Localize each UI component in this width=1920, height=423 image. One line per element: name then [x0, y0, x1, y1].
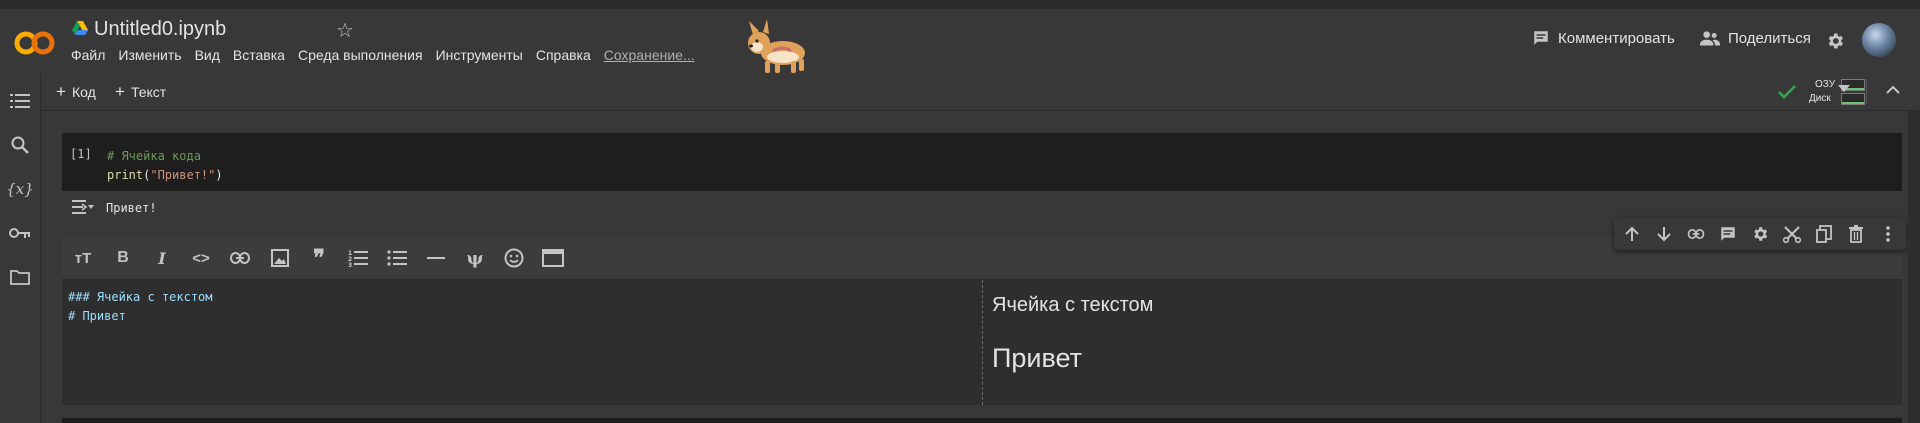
code-function: print	[107, 168, 144, 182]
resources-indicator[interactable]: ОЗУ Диск	[1777, 77, 1887, 107]
ram-label: ОЗУ	[1815, 79, 1836, 90]
next-cell-edge	[62, 418, 1902, 423]
corgi-mascot-icon	[735, 17, 813, 79]
menu-file[interactable]: Файл	[71, 47, 105, 63]
folder-icon[interactable]	[9, 266, 31, 288]
search-icon[interactable]	[9, 134, 31, 156]
browser-top-strip	[0, 0, 1920, 9]
italic-icon[interactable]: I	[151, 247, 173, 269]
add-text-button[interactable]: + Текст	[115, 82, 166, 102]
menu-runtime[interactable]: Среда выполнения	[298, 47, 423, 63]
text-size-icon[interactable]: тT	[72, 247, 94, 269]
comment-label: Комментировать	[1558, 29, 1675, 47]
move-up-icon[interactable]	[1622, 224, 1642, 244]
share-label: Поделиться	[1728, 29, 1811, 47]
preview-heading-3: Ячейка с текстом	[992, 294, 1154, 316]
left-sidebar: {x}	[0, 73, 41, 423]
menu-help[interactable]: Справка	[536, 47, 591, 63]
text-cell[interactable]: тT B I <> ❞ 123 ψ ### Ячейка с текстом #…	[62, 237, 1902, 405]
variables-icon[interactable]: {x}	[6, 178, 34, 200]
settings-icon[interactable]	[1750, 224, 1770, 244]
share-button[interactable]: Поделиться	[1700, 29, 1811, 47]
horizontal-rule-icon[interactable]	[425, 247, 447, 269]
psi-icon[interactable]: ψ	[464, 247, 486, 269]
output-text: Привет!	[106, 201, 157, 215]
saving-status[interactable]: Сохранение...	[604, 47, 695, 63]
markdown-source-line-2: # Привет	[68, 309, 126, 323]
add-text-label: Текст	[130, 84, 167, 100]
menu-view[interactable]: Вид	[195, 47, 220, 63]
code-paren-close: )	[215, 168, 223, 182]
code-editor[interactable]: # Ячейка кода print("Привет!")	[107, 147, 223, 185]
mirror-icon[interactable]	[1814, 224, 1834, 244]
code-comment: # Ячейка кода	[107, 149, 201, 163]
delete-icon[interactable]	[1846, 224, 1866, 244]
markdown-source-line-1: ### Ячейка с текстом	[68, 290, 213, 304]
menu-insert[interactable]: Вставка	[233, 47, 285, 63]
connected-check-icon	[1778, 85, 1796, 99]
menu-edit[interactable]: Изменить	[118, 47, 181, 63]
resources-dropdown-icon[interactable]	[1838, 85, 1850, 93]
preview-heading-1: Привет	[992, 343, 1083, 373]
numbered-list-icon[interactable]: 123	[347, 247, 369, 269]
google-drive-icon	[72, 21, 88, 35]
comment-icon[interactable]	[1718, 224, 1738, 244]
menu-bar: Файл Изменить Вид Вставка Среда выполнен…	[71, 47, 708, 63]
app-header: Untitled0.ipynb ☆ Файл Изменить Вид Вста…	[0, 9, 1920, 73]
image-icon[interactable]	[269, 247, 291, 269]
markdown-preview: Ячейка с текстом Привет	[983, 280, 1902, 405]
preview-layout-icon[interactable]	[542, 247, 564, 269]
plus-icon: +	[56, 82, 66, 101]
settings-gear-icon[interactable]	[1825, 31, 1845, 51]
add-code-label: Код	[71, 84, 96, 100]
bold-icon[interactable]: B	[112, 247, 134, 269]
menu-tools[interactable]: Инструменты	[436, 47, 523, 63]
more-icon[interactable]	[1878, 224, 1898, 244]
markdown-editor[interactable]: ### Ячейка с текстом # Привет	[62, 280, 983, 405]
toolbar-divider	[1866, 79, 1867, 103]
notebook-toolbar: + Код + Текст ОЗУ Диск	[41, 73, 1920, 111]
link-icon[interactable]	[229, 247, 251, 269]
star-icon[interactable]: ☆	[336, 18, 354, 43]
bullet-list-icon[interactable]	[386, 247, 408, 269]
cut-icon[interactable]	[1782, 224, 1802, 244]
key-icon[interactable]	[9, 222, 31, 244]
colab-logo[interactable]	[14, 29, 56, 57]
notebook-title[interactable]: Untitled0.ipynb	[94, 18, 226, 41]
move-down-icon[interactable]	[1654, 224, 1674, 244]
user-avatar[interactable]	[1862, 23, 1896, 57]
add-code-button[interactable]: + Код	[56, 82, 96, 102]
emoji-icon[interactable]	[503, 247, 525, 269]
comment-button[interactable]: Комментировать	[1532, 29, 1675, 47]
code-cell[interactable]: [1] # Ячейка кода print("Привет!")	[62, 133, 1902, 191]
code-string: "Привет!"	[150, 168, 216, 182]
link-icon[interactable]	[1686, 224, 1706, 244]
comment-icon	[1534, 31, 1548, 45]
code-icon[interactable]: <>	[190, 247, 212, 269]
execution-count[interactable]: [1]	[70, 147, 92, 161]
disk-usage-bar	[1841, 93, 1865, 105]
cell-action-toolbar	[1614, 218, 1906, 250]
quote-icon[interactable]: ❞	[308, 245, 330, 271]
notebook-scrollbar[interactable]	[1908, 111, 1920, 423]
collapse-header-icon[interactable]	[1886, 85, 1900, 94]
share-people-icon	[1700, 31, 1720, 46]
output-actions-icon[interactable]	[72, 199, 94, 215]
disk-label: Диск	[1809, 93, 1831, 104]
toc-icon[interactable]	[9, 90, 31, 112]
svg-text:3: 3	[348, 262, 352, 267]
plus-icon: +	[115, 82, 125, 101]
